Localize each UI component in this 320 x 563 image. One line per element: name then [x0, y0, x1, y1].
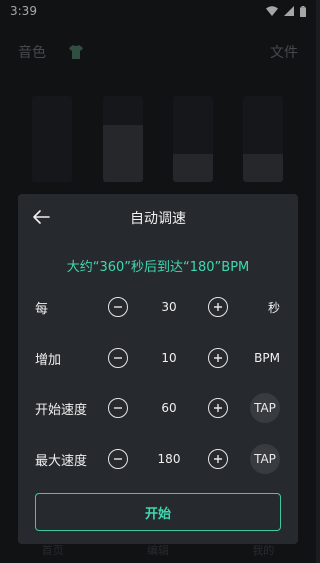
row-value: 30: [161, 300, 177, 314]
increment-button[interactable]: [208, 398, 228, 418]
minus-icon: [114, 458, 122, 460]
plus-icon: [214, 404, 222, 412]
row-value: 180: [157, 452, 181, 466]
tap-tempo-button[interactable]: TAP: [250, 444, 280, 474]
row-label: 每: [35, 301, 49, 317]
row-unit: BPM: [254, 351, 280, 365]
row-unit: 秒: [267, 300, 280, 315]
decrement-button[interactable]: [108, 297, 128, 317]
auto-tempo-dialog: 自动调速 大约“360”秒后到达“180”BPM 每 30 秒 增加 10 BP…: [18, 194, 298, 544]
tempo-summary: 大约“360”秒后到达“180”BPM: [66, 260, 250, 275]
dialog-header: 自动调速: [18, 194, 298, 240]
row-label: 最大速度: [35, 453, 88, 469]
increment-button[interactable]: [208, 449, 228, 469]
row-value: 60: [161, 401, 177, 415]
increment-button[interactable]: [208, 348, 228, 368]
interval-row: 每 30 秒: [18, 292, 298, 322]
decrement-button[interactable]: [108, 348, 128, 368]
max-speed-row: 最大速度 180 TAP: [18, 444, 298, 474]
minus-icon: [114, 407, 122, 409]
decrement-button[interactable]: [108, 398, 128, 418]
row-label: 开始速度: [35, 402, 88, 418]
plus-icon: [214, 455, 222, 463]
start-speed-row: 开始速度 60 TAP: [18, 393, 298, 423]
start-button[interactable]: 开始: [35, 493, 281, 531]
minus-icon: [114, 306, 122, 308]
increment-button[interactable]: [208, 297, 228, 317]
row-value: 10: [161, 351, 177, 365]
plus-icon: [214, 303, 222, 311]
increase-row: 增加 10 BPM: [18, 343, 298, 373]
minus-icon: [114, 357, 122, 359]
decrement-button[interactable]: [108, 449, 128, 469]
row-label: 增加: [35, 352, 62, 368]
plus-icon: [214, 354, 222, 362]
dialog-title: 自动调速: [130, 211, 186, 227]
tap-tempo-button[interactable]: TAP: [250, 393, 280, 423]
